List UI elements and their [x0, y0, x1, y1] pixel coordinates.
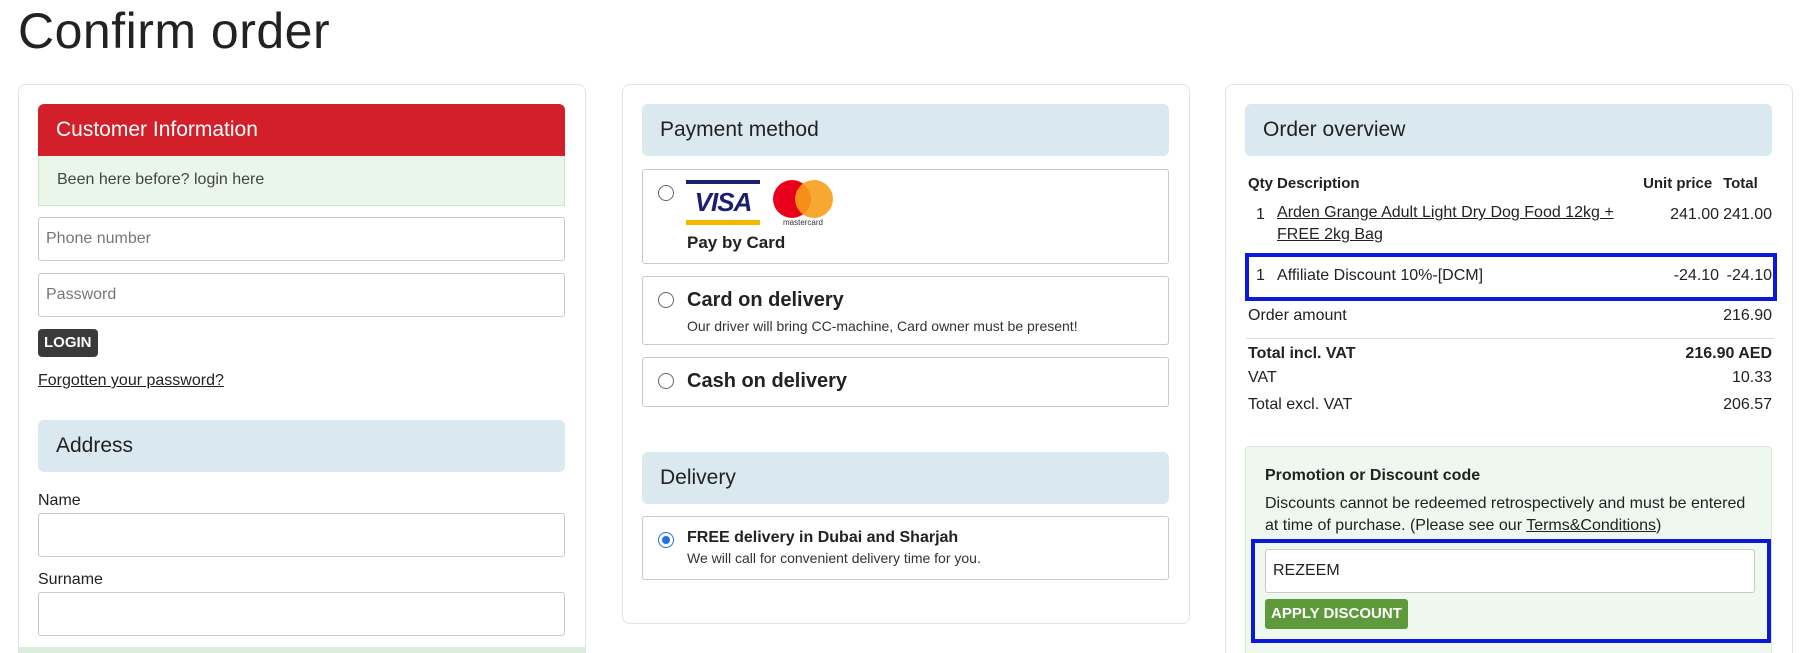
discount-highlight-box [1245, 253, 1777, 301]
mastercard-logo-text: mastercard [782, 218, 823, 227]
page-title: Confirm order [18, 3, 331, 59]
pay-by-card-label: Pay by Card [687, 233, 786, 252]
order-item-row: 1 Arden Grange Adult Light Dry Dog Food … [1246, 198, 1774, 256]
payment-panel: Payment method VISA mastercard Pay by Ca… [622, 84, 1190, 624]
card-on-delivery-label: Card on delivery [687, 289, 844, 311]
total-incl-vat-label: Total incl. VAT [1246, 337, 1642, 365]
total-incl-vat-row: Total incl. VAT 216.90 AED [1246, 337, 1774, 365]
order-overview-header: Order overview [1245, 104, 1772, 156]
payment-option-card[interactable]: VISA mastercard Pay by Card [642, 169, 1169, 264]
customer-panel: Customer Information Been here before? l… [18, 84, 586, 653]
cash-on-delivery-label: Cash on delivery [687, 370, 848, 392]
order-amount-value: 216.90 [1723, 307, 1772, 324]
visa-logo-text: VISA [694, 187, 753, 217]
item-description-link[interactable]: Arden Grange Adult Light Dry Dog Food 12… [1277, 204, 1614, 243]
delivery-header: Delivery [642, 452, 1169, 504]
payment-method-header: Payment method [642, 104, 1169, 156]
promo-text-body: Discounts cannot be redeemed retrospecti… [1265, 495, 1746, 534]
visa-logo: VISA [686, 180, 760, 225]
mastercard-logo: mastercard [773, 180, 835, 228]
login-hint[interactable]: Been here before? login here [38, 156, 565, 206]
item-unit-price: 241.00 [1670, 206, 1720, 223]
name-input[interactable] [38, 513, 565, 557]
delivery-option[interactable]: FREE delivery in Dubai and Sharjah We wi… [642, 516, 1169, 580]
total-incl-vat-value: 216.90 AED [1641, 337, 1774, 365]
login-button[interactable]: LOGIN [38, 329, 98, 357]
phone-input[interactable]: Phone number [38, 217, 565, 261]
order-overview-panel: Order overview Qty Description Unit pric… [1225, 84, 1793, 653]
qty-column-header: Qty [1248, 175, 1274, 192]
cash-on-delivery-radio[interactable] [658, 373, 674, 389]
order-amount-label: Order amount [1248, 307, 1347, 324]
promo-title: Promotion or Discount code [1265, 467, 1481, 484]
order-amount-row: Order amount 216.90 [1246, 296, 1774, 338]
total-column-header: Total [1723, 175, 1758, 192]
pay-by-card-radio[interactable] [658, 185, 674, 201]
vat-label: VAT [1248, 369, 1277, 386]
free-delivery-note: We will call for convenient delivery tim… [687, 550, 981, 566]
promo-text-end: ) [1656, 517, 1662, 534]
address-header: Address [38, 420, 565, 472]
customer-info-header: Customer Information [38, 104, 565, 156]
free-delivery-radio[interactable] [658, 532, 674, 548]
vat-row: VAT 10.33 [1246, 365, 1774, 392]
mastercard-orange-circle [795, 180, 833, 218]
unit-price-column-header: Unit price [1643, 175, 1713, 192]
section-strip [19, 647, 585, 653]
total-excl-vat-label: Total excl. VAT [1248, 396, 1353, 413]
promo-text: Discounts cannot be redeemed retrospecti… [1265, 493, 1760, 537]
item-total: 241.00 [1723, 206, 1772, 223]
card-on-delivery-radio[interactable] [658, 292, 674, 308]
description-column-header: Description [1277, 175, 1360, 192]
surname-label: Surname [38, 571, 103, 588]
terms-conditions-link[interactable]: Terms&Conditions [1526, 517, 1656, 534]
name-label: Name [38, 492, 81, 509]
password-input[interactable]: Password [38, 273, 565, 317]
payment-option-card-on-delivery[interactable]: Card on delivery Our driver will bring C… [642, 276, 1169, 345]
forgot-password-link[interactable]: Forgotten your password? [38, 372, 224, 390]
promo-code-highlight-box [1251, 539, 1771, 643]
total-excl-vat-value: 206.57 [1723, 396, 1772, 413]
order-table-header: Qty Description Unit price Total [1246, 170, 1774, 198]
payment-option-cash[interactable]: Cash on delivery [642, 357, 1169, 407]
vat-value: 10.33 [1731, 369, 1772, 386]
total-excl-vat-row: Total excl. VAT 206.57 [1246, 392, 1774, 419]
surname-input[interactable] [38, 592, 565, 636]
item-qty: 1 [1256, 206, 1265, 223]
card-on-delivery-note: Our driver will bring CC-machine, Card o… [687, 318, 1078, 334]
free-delivery-label: FREE delivery in Dubai and Sharjah [687, 529, 959, 546]
